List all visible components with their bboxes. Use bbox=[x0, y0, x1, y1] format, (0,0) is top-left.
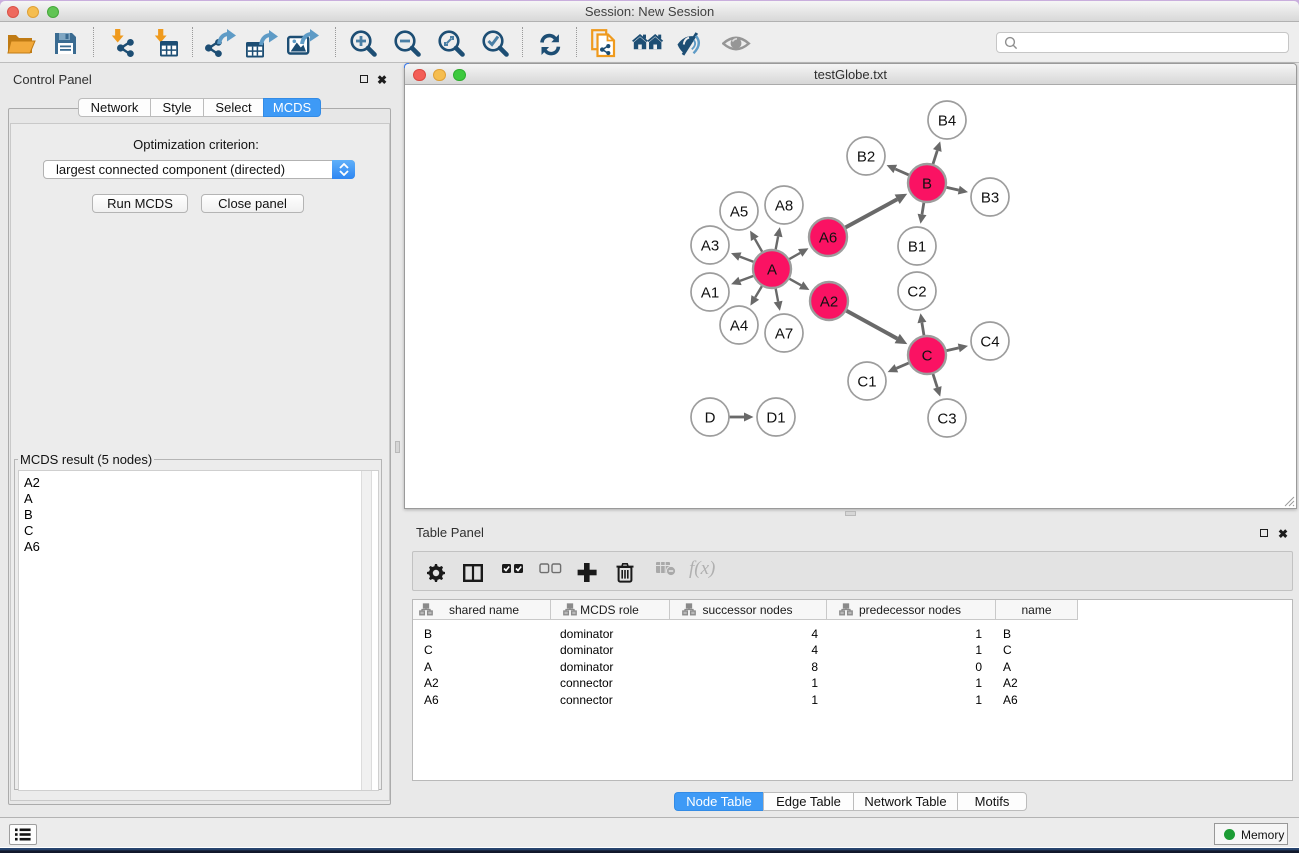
svg-text:B4: B4 bbox=[938, 112, 956, 129]
svg-text:C3: C3 bbox=[937, 410, 956, 427]
svg-text:A: A bbox=[767, 261, 777, 278]
svg-text:D: D bbox=[705, 409, 716, 426]
svg-text:C1: C1 bbox=[857, 373, 876, 390]
svg-text:B1: B1 bbox=[908, 238, 926, 255]
svg-text:B: B bbox=[922, 175, 932, 192]
svg-text:A1: A1 bbox=[701, 284, 719, 301]
svg-text:A8: A8 bbox=[775, 197, 793, 214]
svg-text:A2: A2 bbox=[820, 293, 838, 310]
svg-text:A6: A6 bbox=[819, 229, 837, 246]
svg-text:B2: B2 bbox=[857, 148, 875, 165]
svg-text:A5: A5 bbox=[730, 203, 748, 220]
svg-text:D1: D1 bbox=[766, 409, 785, 426]
svg-text:C: C bbox=[922, 347, 933, 364]
svg-text:A3: A3 bbox=[701, 237, 719, 254]
svg-text:C2: C2 bbox=[907, 283, 926, 300]
svg-text:A7: A7 bbox=[775, 325, 793, 342]
svg-text:B3: B3 bbox=[981, 189, 999, 206]
svg-text:C4: C4 bbox=[980, 333, 999, 350]
svg-text:A4: A4 bbox=[730, 317, 748, 334]
